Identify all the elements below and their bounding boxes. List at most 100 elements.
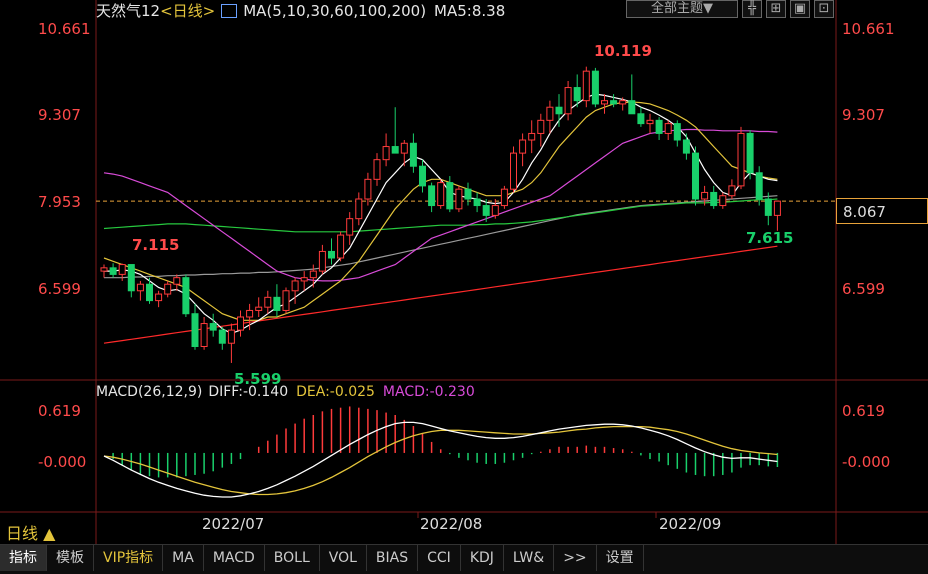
tab-ma[interactable]: MA: [163, 545, 204, 571]
price-label-left-1: 9.307: [38, 106, 81, 124]
candle-body: [710, 191, 718, 207]
candle-body: [318, 250, 326, 272]
tab-lw[interactable]: LW&: [504, 545, 555, 571]
candle-body: [491, 205, 499, 216]
candle-body: [464, 188, 472, 200]
macd-name[interactable]: MACD(26,12,9): [96, 384, 202, 400]
candle-body: [182, 277, 190, 315]
diff-line: [103, 421, 778, 498]
candle-body: [728, 185, 736, 197]
candle-body: [564, 87, 572, 115]
candle-body: [719, 195, 727, 207]
candle-body: [510, 152, 517, 190]
date-label-2: 2022/09: [659, 515, 722, 533]
candle-body: [437, 182, 445, 207]
candle-body: [346, 218, 354, 236]
annotation-recent-low: 7.615: [746, 229, 794, 247]
candle-body: [455, 188, 463, 210]
candle-body: [373, 159, 381, 180]
candle-body: [528, 132, 536, 141]
tab-more[interactable]: >>: [554, 545, 597, 571]
candle-body: [737, 132, 745, 187]
annotation-high-left: 7.115: [132, 236, 180, 254]
date-label-0: 2022/07: [202, 515, 265, 533]
candle-body: [155, 293, 163, 302]
candle-body: [109, 267, 117, 275]
kline-svg[interactable]: [0, 0, 928, 574]
candle-body: [755, 172, 763, 200]
indicator-tab-bar: 指标 模板 VIP指标 MA MACD BOLL VOL BIAS CCI KD…: [0, 544, 928, 574]
candle-body: [537, 119, 545, 134]
candle-body: [546, 106, 554, 121]
candle-body: [655, 119, 663, 134]
tab-cci[interactable]: CCI: [418, 545, 461, 571]
candle-body: [364, 178, 372, 200]
candle-body: [591, 70, 599, 105]
tab-kdj[interactable]: KDJ: [461, 545, 504, 571]
tab-template[interactable]: 模板: [47, 545, 94, 571]
candle-body: [282, 290, 290, 311]
candle-body: [610, 100, 618, 105]
tab-macd[interactable]: MACD: [204, 545, 265, 571]
candle-body: [118, 264, 126, 275]
price-label-left-2: 7.953: [38, 193, 81, 211]
candle-body: [446, 182, 454, 210]
candle-body: [100, 267, 108, 272]
price-label-left-3: 6.599: [38, 280, 81, 298]
candle-body: [173, 277, 181, 285]
price-label-right-0: 10.661: [842, 20, 895, 38]
candle-body: [573, 87, 581, 102]
chart-app: 天然气12<日线> MA(5,10,30,60,100,200) MA5:8.38 …: [0, 0, 928, 574]
candle-body: [246, 309, 254, 318]
candle-body: [382, 146, 390, 161]
candle-body: [146, 283, 153, 302]
candle-body: [400, 142, 408, 154]
candle-body: [664, 123, 672, 134]
macd-label-right-1: -0.000: [842, 453, 891, 471]
candle-body: [692, 152, 699, 200]
candle-body: [136, 283, 144, 292]
candle-body: [227, 329, 235, 344]
current-price-box: 8.067: [836, 198, 928, 224]
candle-body: [473, 198, 481, 207]
candle-body: [328, 250, 335, 259]
period-button[interactable]: 日线 ▲: [6, 520, 55, 544]
macd-label-left-0: 0.619: [38, 402, 81, 420]
candle-body: [255, 306, 263, 311]
candle-body: [701, 191, 709, 200]
candle-body: [682, 139, 690, 154]
candle-body: [582, 70, 590, 102]
candle-body: [646, 119, 654, 125]
tab-settings[interactable]: 设置: [597, 545, 644, 571]
candle-body: [127, 264, 135, 292]
macd-diff: DIFF:-0.140: [208, 384, 289, 400]
candle-body: [500, 188, 508, 207]
macd-dea: DEA:-0.025: [296, 384, 375, 400]
candle-body: [764, 198, 772, 216]
tab-boll[interactable]: BOLL: [265, 545, 320, 571]
price-label-right-1: 9.307: [842, 106, 885, 124]
candle-body: [164, 283, 172, 295]
annotation-high: 10.119: [594, 42, 652, 60]
tab-vip-indicator[interactable]: VIP指标: [94, 545, 164, 571]
candle-body: [637, 113, 645, 125]
tab-vol[interactable]: VOL: [320, 545, 367, 571]
candle-body: [191, 313, 199, 348]
price-label-left-0: 10.661: [38, 20, 91, 38]
macd-header: MACD(26,12,9) DIFF:-0.140 DEA:-0.025 MACD:-…: [96, 384, 475, 400]
candle-body: [601, 100, 608, 105]
macd-value: MACD:-0.230: [382, 384, 475, 400]
candle-body: [300, 277, 308, 282]
candle-body: [555, 106, 563, 115]
candle-body: [209, 323, 217, 331]
candle-body: [218, 329, 226, 344]
candle-body: [337, 234, 345, 259]
dea-line: [103, 425, 778, 496]
date-label-1: 2022/08: [420, 515, 483, 533]
candle-body: [291, 280, 299, 292]
macd-label-left-1: -0.000: [38, 453, 87, 471]
candle-body: [619, 100, 627, 105]
tab-bias[interactable]: BIAS: [367, 545, 419, 571]
tab-indicator[interactable]: 指标: [0, 545, 47, 571]
candle-body: [746, 132, 754, 174]
